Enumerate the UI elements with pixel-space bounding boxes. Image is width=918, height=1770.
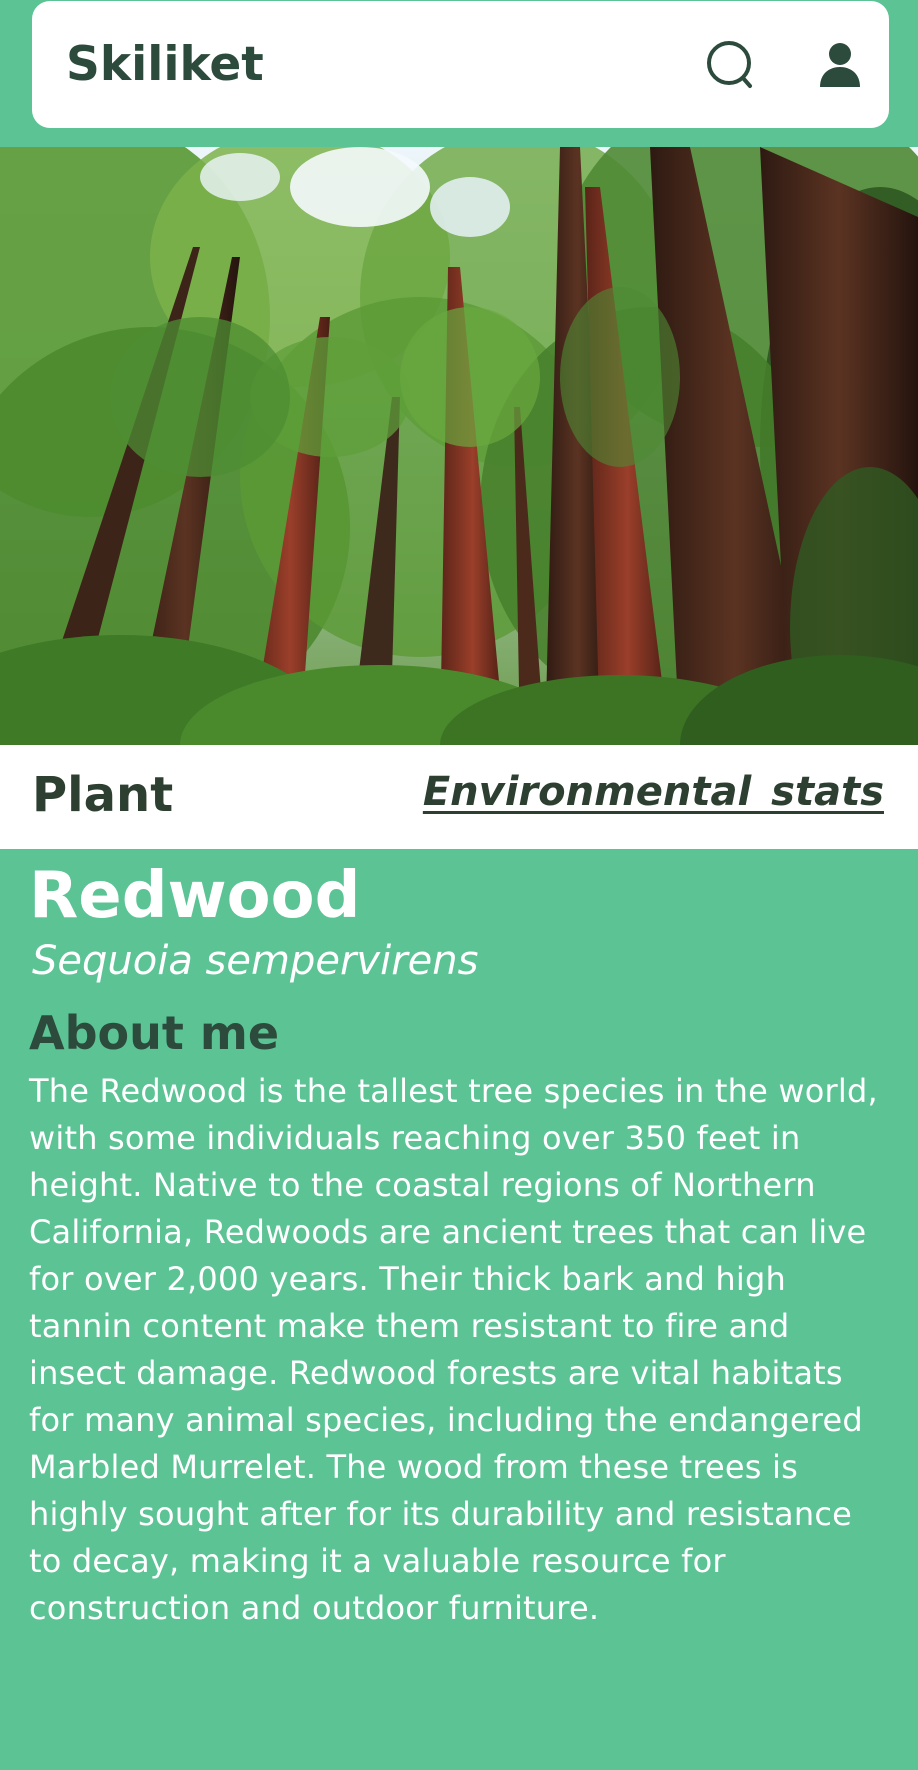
scientific-name: Sequoia sempervirens: [32, 938, 479, 984]
user-profile-button[interactable]: [812, 37, 868, 93]
search-icon: [707, 41, 752, 88]
user-icon: [820, 43, 860, 87]
plant-details: Redwood Sequoia sempervirens About me Th…: [29, 858, 891, 1632]
about-heading: About me: [29, 1006, 280, 1060]
app-header: Skiliket: [32, 1, 889, 128]
about-text: The Redwood is the tallest tree species …: [29, 1072, 878, 1627]
forest-illustration: [0, 147, 918, 745]
app-title[interactable]: Skiliket: [66, 37, 264, 93]
hero-image-redwood-forest: [0, 147, 918, 745]
tab-plant[interactable]: Plant: [32, 765, 173, 825]
tab-environmental-stats[interactable]: Environmental stats: [423, 767, 884, 817]
search-button[interactable]: [704, 37, 760, 93]
section-tabs: Plant Environmental stats: [0, 745, 918, 849]
plant-name: Redwood: [29, 859, 361, 933]
